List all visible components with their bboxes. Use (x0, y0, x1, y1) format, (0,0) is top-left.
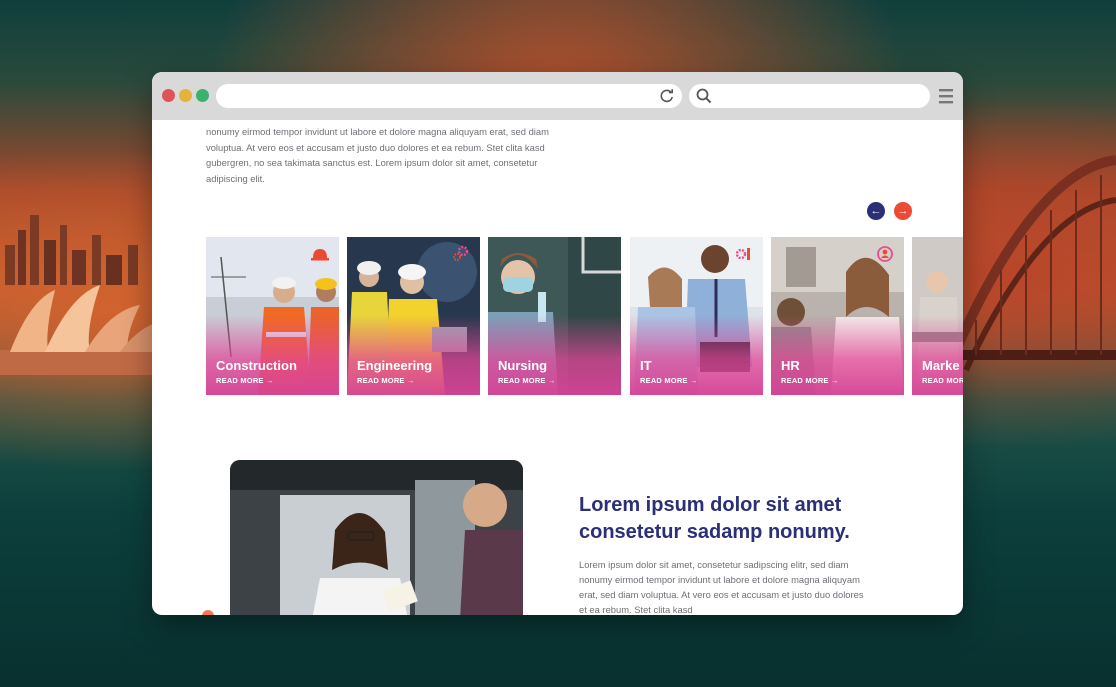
browser-window: nonumy eirmod tempor invidunt ut labore … (152, 72, 963, 615)
maximize-window-button[interactable] (196, 89, 209, 102)
opera-house-icon (0, 285, 170, 375)
category-card-it[interactable]: IT READ MORE → (630, 237, 763, 395)
close-window-button[interactable] (162, 89, 175, 102)
read-more-link[interactable]: READ MORE → (498, 376, 556, 385)
card-title: Construction (216, 358, 297, 373)
menu-icon[interactable] (939, 87, 953, 105)
card-title: HR (781, 358, 800, 373)
card-title: IT (640, 358, 652, 373)
search-bar[interactable] (689, 84, 930, 108)
feature-heading: Lorem ipsum dolor sit amet consetetur sa… (579, 494, 850, 543)
category-card-nursing[interactable]: Nursing READ MORE → (488, 237, 621, 395)
read-more-link[interactable]: READ MORE → (640, 376, 698, 385)
intro-paragraph: nonumy eirmod tempor invidunt ut labore … (206, 126, 549, 184)
card-title: Marke (922, 358, 960, 373)
card-title: Nursing (498, 358, 548, 373)
feature-paragraph: Lorem ipsum dolor sit amet, consetetur s… (579, 559, 864, 615)
carousel-prev-button[interactable]: ← (867, 202, 885, 220)
read-more-link[interactable]: READ MORE → (357, 376, 415, 385)
read-more-link[interactable]: READ MORE → (216, 376, 274, 385)
card-title: Engineering (357, 358, 433, 373)
arrow-left-icon: ← (870, 205, 882, 217)
category-carousel: Construction READ MORE → Engineering REA… (206, 237, 963, 395)
gears-icon (453, 245, 469, 261)
address-bar[interactable] (216, 84, 682, 108)
browser-toolbar (152, 72, 963, 120)
category-card-engineering[interactable]: Engineering READ MORE → (347, 237, 480, 395)
read-more-link[interactable]: READ MORE → (781, 376, 839, 385)
category-card-marketing[interactable]: Marke READ MOR (912, 237, 963, 395)
city-skyline-icon (5, 215, 138, 285)
person-search-icon (877, 246, 893, 262)
read-more-link[interactable]: READ MOR (922, 376, 963, 385)
reload-icon[interactable] (658, 87, 676, 105)
search-icon (696, 88, 712, 104)
carousel-next-button[interactable]: → (894, 202, 912, 220)
minimize-window-button[interactable] (179, 89, 192, 102)
category-card-hr[interactable]: HR READ MORE → (771, 237, 904, 395)
helmet-icon (311, 249, 329, 261)
decorative-dot (202, 610, 214, 615)
code-icon (735, 248, 750, 260)
category-card-construction[interactable]: Construction READ MORE → (206, 237, 339, 395)
arrow-right-icon: → (897, 205, 909, 217)
feature-image (230, 460, 523, 615)
harbour-bridge-icon (956, 155, 1116, 372)
office-meeting-photo (230, 460, 523, 615)
page-content: nonumy eirmod tempor invidunt ut labore … (152, 120, 963, 615)
